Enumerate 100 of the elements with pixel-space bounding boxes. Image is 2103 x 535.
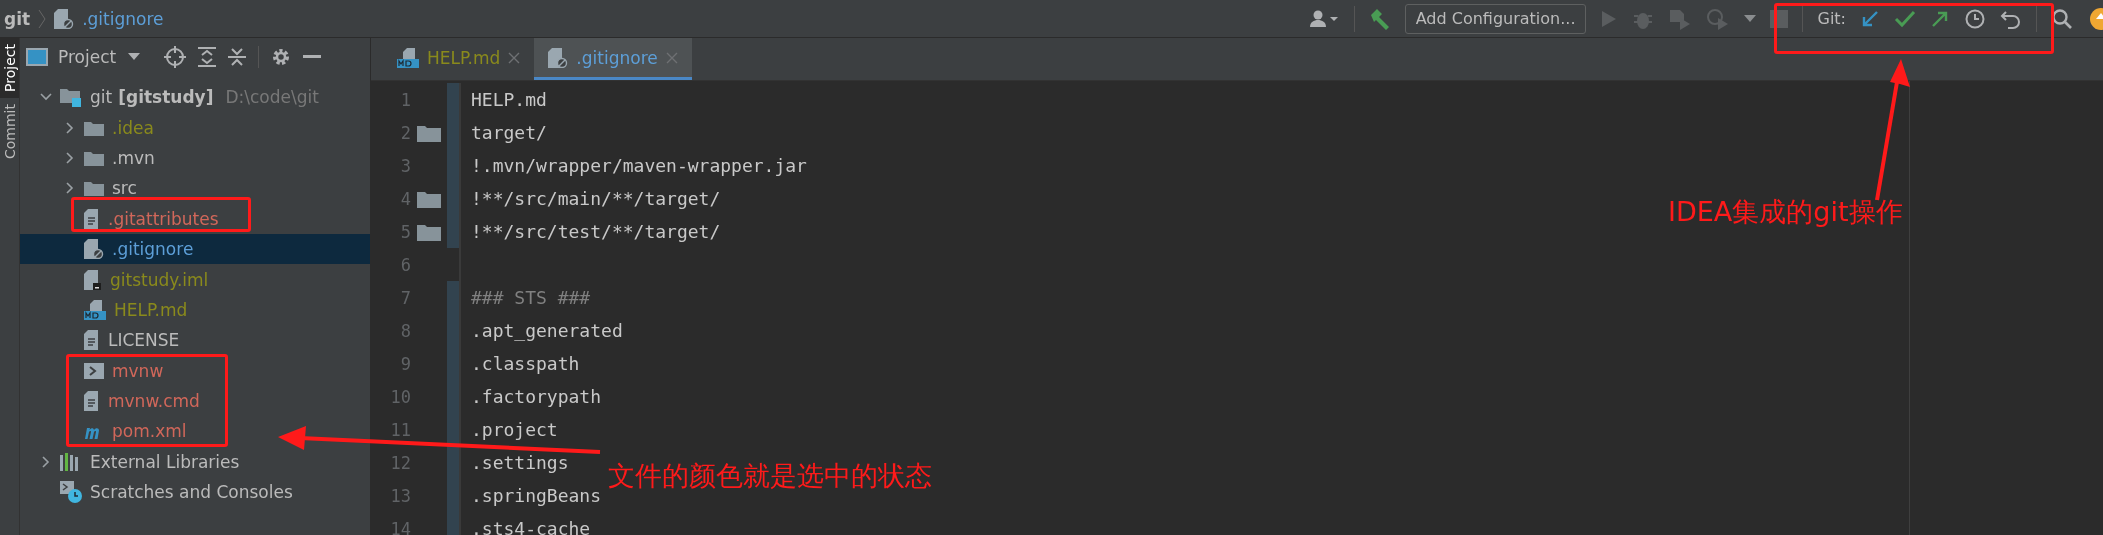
code-line: .sts4-cache — [471, 518, 591, 535]
tree-row[interactable]: LICENSE — [20, 325, 188, 356]
terminal-icon — [84, 362, 104, 379]
tree-item-label[interactable]: mvnw.cmd — [108, 391, 200, 412]
tree-row[interactable]: Scratches and Consoles — [20, 477, 301, 508]
tree-row[interactable]: mvnw.cmd — [20, 385, 208, 417]
line-number: 6 — [399, 254, 411, 275]
markdown-file-icon — [84, 299, 106, 320]
line-number: 13 — [389, 485, 411, 506]
markdown-file-icon — [397, 47, 419, 68]
folder-icon — [84, 149, 104, 166]
breadcrumb-separator-icon — [38, 8, 47, 29]
folder-icon — [84, 119, 104, 136]
git-label: Git: — [1817, 9, 1846, 28]
code-line: target/ — [471, 122, 547, 143]
settings-icon[interactable] — [271, 47, 292, 67]
tree-item-label[interactable]: External Libraries — [90, 451, 240, 472]
line-number: 8 — [399, 320, 411, 341]
code-line: !**/src/main/**/target/ — [471, 188, 721, 209]
close-icon[interactable] — [508, 51, 521, 64]
tree-item-label[interactable]: src — [112, 178, 137, 199]
line-number: 14 — [389, 518, 411, 535]
search-icon[interactable] — [2051, 7, 2073, 30]
module-folder-icon — [60, 87, 82, 108]
annotation-note: 文件的颜色就是选中的状态 — [608, 459, 932, 493]
ignore-file-icon — [84, 239, 104, 260]
line-number: 11 — [389, 419, 411, 440]
tree-item-label[interactable]: gitstudy.iml — [110, 269, 209, 290]
text-file-icon — [84, 391, 100, 412]
undo-icon[interactable] — [2000, 8, 2022, 29]
panel-title[interactable]: Project — [58, 47, 117, 67]
tree-row[interactable]: gitstudy.iml — [20, 264, 217, 295]
add-configuration-button[interactable]: Add Configuration... — [1404, 3, 1587, 34]
line-number: 4 — [399, 188, 411, 209]
tree-row[interactable]: .gitattributes — [20, 203, 227, 234]
tree-row[interactable]: pom.xml — [20, 416, 195, 447]
tree-item-label[interactable]: LICENSE — [108, 330, 180, 351]
editor-tab[interactable]: HELP.md — [383, 38, 535, 80]
change-marker[interactable] — [447, 83, 459, 248]
dropdown-arrow-icon[interactable] — [1744, 14, 1757, 23]
tree-row[interactable]: .idea — [20, 112, 162, 143]
breadcrumb-project[interactable]: git — [4, 8, 31, 29]
code-line: .settings — [471, 452, 569, 473]
text-file-icon — [84, 208, 100, 229]
line-number: 3 — [399, 155, 411, 176]
side-tab[interactable]: Commit — [0, 97, 19, 165]
tree-row[interactable]: mvnw — [20, 355, 172, 386]
tree-row[interactable]: .mvn — [20, 142, 163, 174]
tree-item-label[interactable]: Scratches and Consoles — [90, 482, 293, 503]
tree-item-label[interactable]: HELP.md — [114, 299, 188, 320]
tree-row[interactable]: .gitignore — [20, 233, 370, 265]
editor-tab[interactable]: .gitignore — [534, 38, 692, 80]
clock-icon[interactable] — [1964, 7, 1986, 30]
change-marker[interactable] — [447, 281, 459, 535]
hammer-icon[interactable] — [1368, 7, 1391, 30]
code-line: .factorypath — [471, 386, 602, 407]
dropdown-arrow-icon[interactable] — [128, 53, 141, 61]
side-tab[interactable]: Project — [0, 38, 19, 98]
scratches-icon — [60, 481, 82, 504]
module-name: [gitstudy] — [118, 87, 214, 108]
line-number: 2 — [399, 122, 411, 143]
tab-label[interactable]: .gitignore — [576, 47, 658, 68]
module-file-icon — [84, 269, 102, 290]
collapse-all-icon[interactable] — [228, 47, 247, 67]
tree-item-label[interactable]: mvnw — [112, 360, 164, 381]
tree-row[interactable]: src — [20, 173, 145, 204]
line-number: 9 — [399, 353, 411, 374]
project-window-icon — [26, 48, 48, 66]
minimize-icon[interactable] — [303, 55, 322, 59]
line-number: 1 — [399, 89, 411, 110]
check-icon[interactable] — [1894, 8, 1916, 29]
breadcrumb-file[interactable]: .gitignore — [82, 8, 164, 29]
code-line: .springBeans — [471, 485, 602, 506]
ignore-file-icon — [54, 8, 75, 29]
tree-item-label[interactable]: git — [90, 87, 113, 108]
annotation-note: IDEA集成的git操作 — [1668, 195, 1903, 229]
code-line: HELP.md — [471, 89, 547, 110]
line-number: 7 — [399, 287, 411, 308]
text-file-icon — [84, 330, 100, 351]
user-icon[interactable] — [1309, 8, 1340, 29]
tree-item-label[interactable]: .gitattributes — [108, 208, 219, 229]
code-line: .classpath — [471, 353, 580, 374]
locate-icon[interactable] — [164, 46, 187, 68]
tree-row[interactable]: HELP.md — [20, 294, 196, 326]
tree-item-label[interactable]: .idea — [112, 117, 154, 138]
ignore-file-icon — [548, 47, 569, 68]
expand-all-icon[interactable] — [198, 47, 217, 67]
tree-item-label[interactable]: pom.xml — [112, 421, 187, 442]
tab-label[interactable]: HELP.md — [427, 47, 501, 68]
code-line: .apt_generated — [471, 320, 623, 341]
line-number: 10 — [389, 386, 411, 407]
tree-row[interactable]: External Libraries — [20, 446, 248, 478]
folder-icon — [84, 180, 104, 197]
update-badge-icon[interactable] — [2089, 6, 2103, 31]
code-line: !.mvn/wrapper/maven-wrapper.jar — [471, 155, 807, 176]
tree-item-label[interactable]: .mvn — [112, 147, 155, 168]
tree-row[interactable]: git [gitstudy] D:\code\git — [20, 82, 327, 113]
update-arrow-icon[interactable] — [1860, 8, 1880, 29]
tree-item-label[interactable]: .gitignore — [112, 239, 194, 260]
line-number: 5 — [399, 221, 411, 242]
